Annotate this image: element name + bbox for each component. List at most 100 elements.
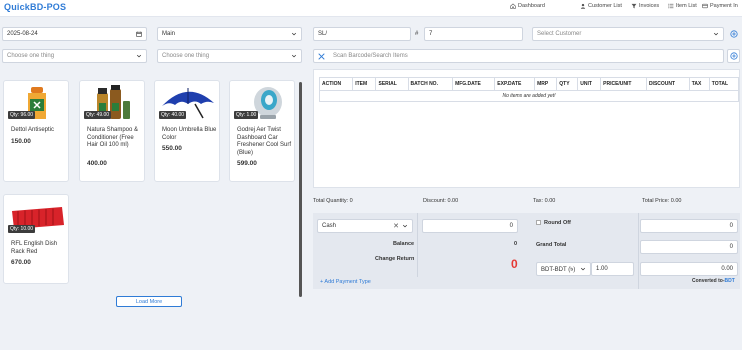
product-card[interactable]: Qty: 49.00 Natura Shampoo & Conditioner …	[79, 80, 145, 182]
product-card[interactable]: Qty: 1.00 Godrej Aer Twist Dashboard Car…	[229, 80, 295, 182]
product-scrollbar[interactable]	[299, 82, 302, 297]
column-header: TAX	[688, 77, 710, 91]
qty-badge: Qty: 96.00	[8, 111, 36, 119]
calendar-icon[interactable]	[136, 31, 142, 37]
grand-total-label: Grand Total	[536, 242, 567, 248]
balance-value: 0	[514, 241, 518, 247]
column-header: ITEM	[352, 77, 377, 91]
qty-badge: Qty: 1.00	[234, 111, 259, 119]
filter1-placeholder: Choose one thing	[7, 53, 55, 59]
nav-customer-list[interactable]: Customer List	[580, 3, 622, 9]
product-price: 400.00	[87, 160, 107, 167]
round-off-checkbox[interactable]	[536, 220, 541, 225]
qty-badge: Qty: 10.00	[8, 225, 36, 233]
exchange-rate-input[interactable]: 1.00	[591, 262, 634, 276]
home-icon	[510, 3, 516, 9]
invoice-prefix-value: SL/	[318, 31, 328, 37]
converted-currency: BDT	[724, 278, 735, 284]
location-value: Main	[162, 31, 176, 37]
app-title[interactable]: QuickBD-POS	[4, 2, 66, 12]
grand-total-input: 0	[640, 240, 738, 254]
barcode-search-input[interactable]: Scan Barcode/Search Items	[313, 49, 724, 63]
product-price: 150.00	[11, 138, 31, 145]
balance-label: Balance	[393, 241, 415, 247]
total-price-summary: Total Price: 0.00	[642, 198, 682, 204]
payment-icon	[702, 3, 708, 9]
qty-badge: Qty: 40.00	[159, 111, 187, 119]
chevron-down-icon	[580, 267, 586, 271]
product-card[interactable]: Qty: 96.00 Dettol Antiseptic 150.00	[3, 80, 69, 182]
load-more-button[interactable]: Load More	[116, 296, 182, 307]
exchange-rate-value: 1.00	[596, 266, 608, 272]
invoice-number-input[interactable]: 7	[424, 27, 523, 41]
divider	[417, 213, 418, 277]
currency-select[interactable]: BDT-BDT (৳)	[536, 262, 591, 276]
grand-total-value: 0	[729, 244, 733, 250]
column-header: ACTION	[318, 77, 354, 91]
column-header: EXP.DATE	[494, 77, 536, 91]
filter2-placeholder: Choose one thing	[162, 53, 210, 59]
table-row: No items are added yet!	[319, 90, 739, 102]
column-header: PRICE/UNIT	[600, 77, 647, 91]
chevron-down-icon	[713, 32, 719, 36]
chevron-down-icon	[291, 32, 297, 36]
column-header: SERIAL	[375, 77, 409, 91]
converted-prefix: Converted to-	[692, 278, 725, 284]
hash-label: #	[415, 31, 419, 37]
product-card[interactable]: Qty: 10.00 RFL English Dish Rack Red 670…	[3, 194, 69, 284]
product-name: Dettol Antiseptic	[11, 127, 55, 133]
list-icon	[668, 3, 674, 9]
product-card[interactable]: Qty: 40.00 Moon Umbrella Blue Color 550.…	[154, 80, 220, 182]
nav-item-list-label: Item List	[676, 3, 697, 9]
qty-badge: Qty: 49.00	[84, 111, 112, 119]
table-header-row: ACTION ITEM SERIAL BATCH NO. MFG.DATE EXP.DAT…	[318, 77, 740, 91]
round-off-input[interactable]: 0	[640, 219, 738, 233]
product-name: Natura Shampoo & Conditioner (Free Hair …	[87, 127, 139, 148]
filter-select-1[interactable]: Choose one thing	[2, 49, 147, 63]
nav-dashboard[interactable]: Dashboard	[510, 3, 545, 9]
items-panel: ACTION ITEM SERIAL BATCH NO. MFG.DATE EXP.DAT…	[313, 69, 740, 188]
chevron-down-icon	[291, 54, 297, 58]
column-header: MRP	[534, 77, 558, 91]
chevron-down-icon	[402, 224, 408, 228]
product-price: 599.00	[237, 160, 257, 167]
payment-amount-value: 0	[509, 223, 513, 229]
location-select[interactable]: Main	[157, 27, 302, 41]
nav-payment-in[interactable]: Payment In	[702, 3, 738, 9]
nav-invoices[interactable]: Invoices	[631, 3, 659, 9]
date-field[interactable]: 2025-08-24	[2, 27, 147, 41]
divider	[638, 213, 639, 289]
chevron-down-icon	[136, 54, 142, 58]
column-header: TOTAL	[708, 77, 740, 91]
empty-message: No items are added yet!	[319, 90, 739, 102]
customer-select[interactable]: Select Customer	[532, 27, 724, 41]
date-value: 2025-08-24	[7, 31, 38, 37]
column-header: UNIT	[577, 77, 602, 91]
converted-amount-input: 0.00	[640, 262, 738, 276]
payment-amount-input[interactable]: 0	[422, 219, 518, 233]
invoice-prefix-input[interactable]: SL/	[313, 27, 411, 41]
nav-item-list[interactable]: Item List	[668, 3, 697, 9]
discount-summary: Discount: 0.00	[423, 198, 459, 204]
total-quantity: Total Quantity: 0	[313, 198, 353, 204]
payment-method-select[interactable]: Cash ✕	[317, 219, 413, 233]
clear-icon[interactable]: ✕	[393, 222, 399, 230]
round-off-value: 0	[729, 223, 733, 229]
change-return-value: 0	[511, 257, 518, 271]
round-off-label: Round Off	[544, 220, 571, 226]
scan-icon[interactable]	[318, 52, 325, 60]
nav-payment-in-label: Payment In	[710, 3, 738, 9]
customer-placeholder: Select Customer	[537, 31, 582, 37]
add-customer-icon[interactable]	[730, 30, 738, 38]
filter-icon	[631, 3, 637, 9]
payment-method-value: Cash	[322, 223, 337, 229]
add-payment-type-link[interactable]: + Add Payment Type	[320, 279, 371, 285]
converted-note: Converted to-BDT	[692, 278, 735, 284]
product-name: Godrej Aer Twist Dashboard Car Freshener…	[237, 127, 292, 156]
user-icon	[580, 3, 586, 9]
column-header: MFG.DATE	[452, 77, 496, 91]
add-item-button[interactable]	[727, 49, 740, 63]
converted-amount-value: 0.00	[721, 266, 733, 272]
product-price: 550.00	[162, 145, 182, 152]
filter-select-2[interactable]: Choose one thing	[157, 49, 302, 63]
